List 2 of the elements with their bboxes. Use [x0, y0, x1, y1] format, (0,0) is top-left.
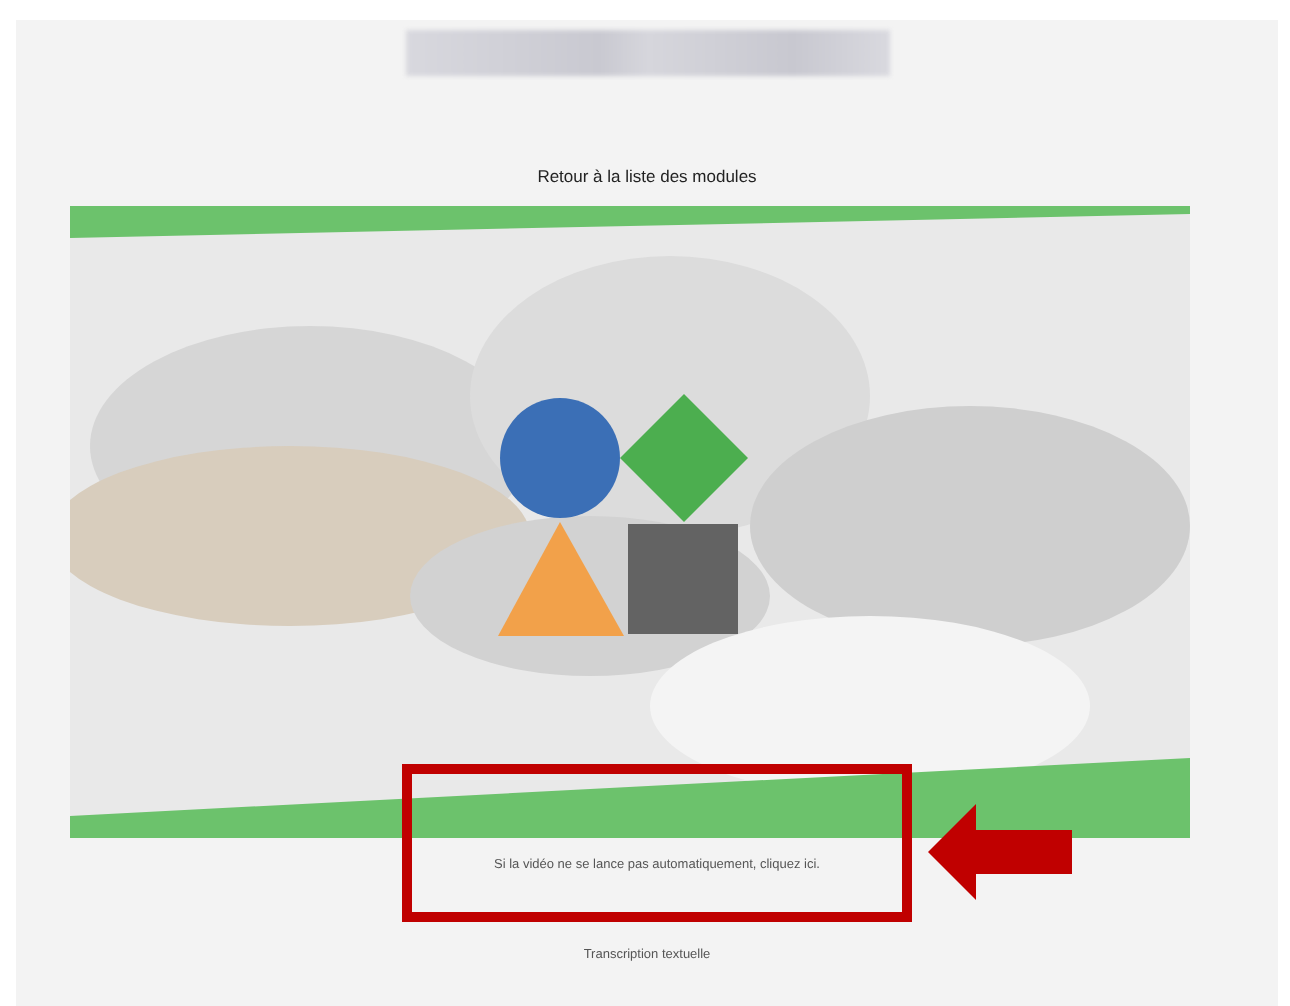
arrow-icon — [928, 804, 1072, 900]
back-link[interactable]: Retour à la liste des modules — [537, 166, 757, 186]
